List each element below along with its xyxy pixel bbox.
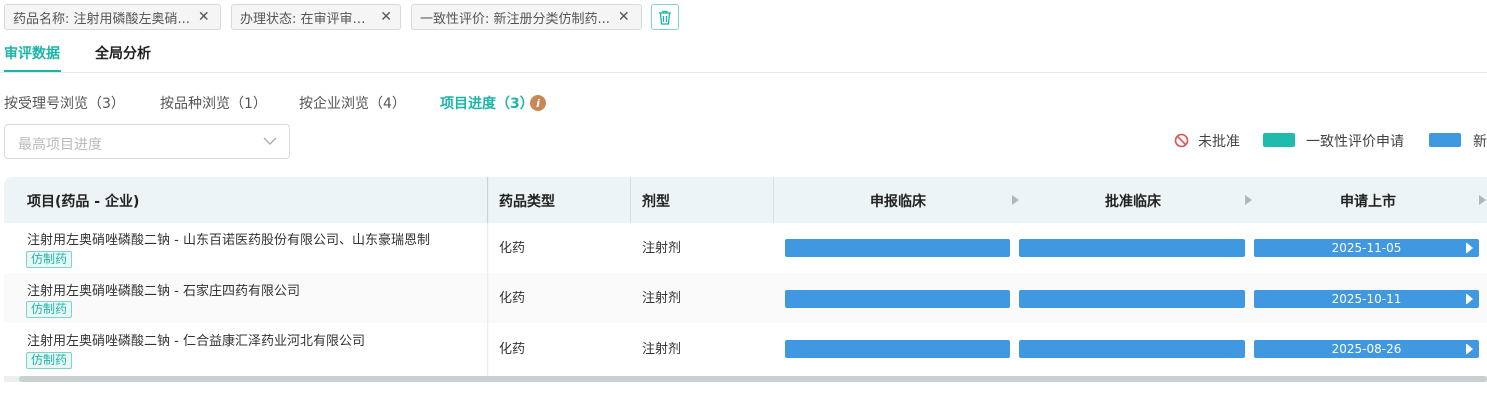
tab-review-data[interactable]: 审评数据 [4, 43, 60, 63]
subtab-by-acceptance-no[interactable]: 按受理号浏览（3） [4, 93, 125, 113]
play-end-icon [1467, 243, 1473, 253]
trash-icon [659, 10, 671, 25]
progress-bar-market-application[interactable]: 2025-08-26 [1254, 340, 1479, 358]
dosage-form-cell: 注射剂 [642, 241, 682, 256]
legend-new-label: 新 [1473, 134, 1487, 150]
progress-bar-clinical-filing[interactable] [785, 290, 1010, 308]
filter-chip-drug-name[interactable]: 药品名称: 注射用磷酸左奥硝... ✕ [4, 4, 221, 30]
filter-chip-label: 一致性评价: 新注册分类仿制药... [420, 11, 610, 27]
play-end-icon [1467, 294, 1473, 304]
subtab-by-company[interactable]: 按企业浏览（4） [299, 93, 406, 113]
progress-bar-clinical-approval[interactable] [1019, 340, 1245, 358]
dosage-form-cell: 注射剂 [642, 291, 682, 306]
header-phase-clinical-filing: 申报临床 [870, 194, 926, 210]
close-icon[interactable]: ✕ [618, 9, 630, 25]
drug-type-cell: 化药 [499, 342, 526, 357]
column-divider [630, 177, 631, 223]
drug-type-cell: 化药 [499, 241, 526, 256]
generic-drug-tag: 仿制药 [26, 251, 73, 268]
column-divider [487, 223, 488, 376]
ban-icon [1174, 133, 1189, 148]
progress-bar-clinical-approval[interactable] [1019, 239, 1245, 257]
dosage-form-cell: 注射剂 [642, 342, 682, 357]
project-name[interactable]: 注射用左奥硝唑磷酸二钠 - 石家庄四药有限公司 [27, 280, 467, 299]
header-phase-market-application: 申请上市 [1340, 194, 1396, 210]
subtab-project-progress[interactable]: 项目进度（3） [440, 93, 534, 113]
progress-bar-clinical-approval[interactable] [1019, 290, 1245, 308]
header-project: 项目(药品 - 企业) [27, 194, 140, 210]
close-icon[interactable]: ✕ [198, 9, 210, 25]
project-name[interactable]: 注射用左奥硝唑磷酸二钠 - 山东百诺医药股份有限公司、山东豪瑞恩制 [27, 229, 467, 248]
legend-consistency-swatch [1263, 133, 1295, 147]
close-icon[interactable]: ✕ [380, 9, 392, 25]
progress-bar-market-application[interactable]: 2025-11-05 [1254, 239, 1479, 257]
drug-type-cell: 化药 [499, 291, 526, 306]
clear-filters-button[interactable] [651, 4, 679, 30]
header-drug-type: 药品类型 [499, 194, 555, 210]
column-divider [773, 177, 774, 223]
highest-progress-select[interactable]: 最高项目进度 [4, 124, 290, 159]
legend-new-swatch [1429, 133, 1461, 147]
legend-consistency-label: 一致性评价申请 [1306, 134, 1404, 150]
scrollbar-thumb[interactable] [19, 376, 1487, 382]
tabs-divider [0, 72, 1487, 73]
legend-rejected-label: 未批准 [1198, 134, 1240, 150]
progress-bar-market-application[interactable]: 2025-10-11 [1254, 290, 1479, 308]
play-end-icon [1467, 344, 1473, 354]
info-icon[interactable]: i [530, 95, 546, 111]
subtab-by-variety[interactable]: 按品种浏览（1） [160, 93, 267, 113]
progress-date: 2025-10-11 [1331, 292, 1402, 306]
phase-arrow-icon [1012, 195, 1019, 205]
progress-date: 2025-11-05 [1331, 241, 1402, 255]
filter-chip-label: 办理状态: 在审评审批中 [240, 11, 373, 27]
generic-drug-tag: 仿制药 [26, 301, 73, 318]
tab-global-analysis[interactable]: 全局分析 [95, 43, 151, 63]
horizontal-scrollbar[interactable] [4, 376, 1487, 382]
select-placeholder: 最高项目进度 [18, 137, 102, 153]
chevron-down-icon [263, 137, 277, 145]
generic-drug-tag: 仿制药 [26, 352, 73, 369]
project-name[interactable]: 注射用左奥硝唑磷酸二钠 - 仁合益康汇泽药业河北有限公司 [27, 330, 467, 349]
progress-bar-clinical-filing[interactable] [785, 239, 1010, 257]
header-form: 剂型 [642, 194, 670, 210]
filter-chip-status[interactable]: 办理状态: 在审评审批中 ✕ [231, 4, 401, 30]
header-phase-clinical-approval: 批准临床 [1105, 194, 1161, 210]
phase-arrow-icon [1479, 195, 1486, 205]
filter-chip-label: 药品名称: 注射用磷酸左奥硝... [13, 11, 190, 27]
progress-bar-clinical-filing[interactable] [785, 340, 1010, 358]
phase-arrow-icon [1245, 195, 1252, 205]
filter-chip-consistency[interactable]: 一致性评价: 新注册分类仿制药... ✕ [411, 4, 642, 30]
progress-date: 2025-08-26 [1331, 342, 1402, 356]
